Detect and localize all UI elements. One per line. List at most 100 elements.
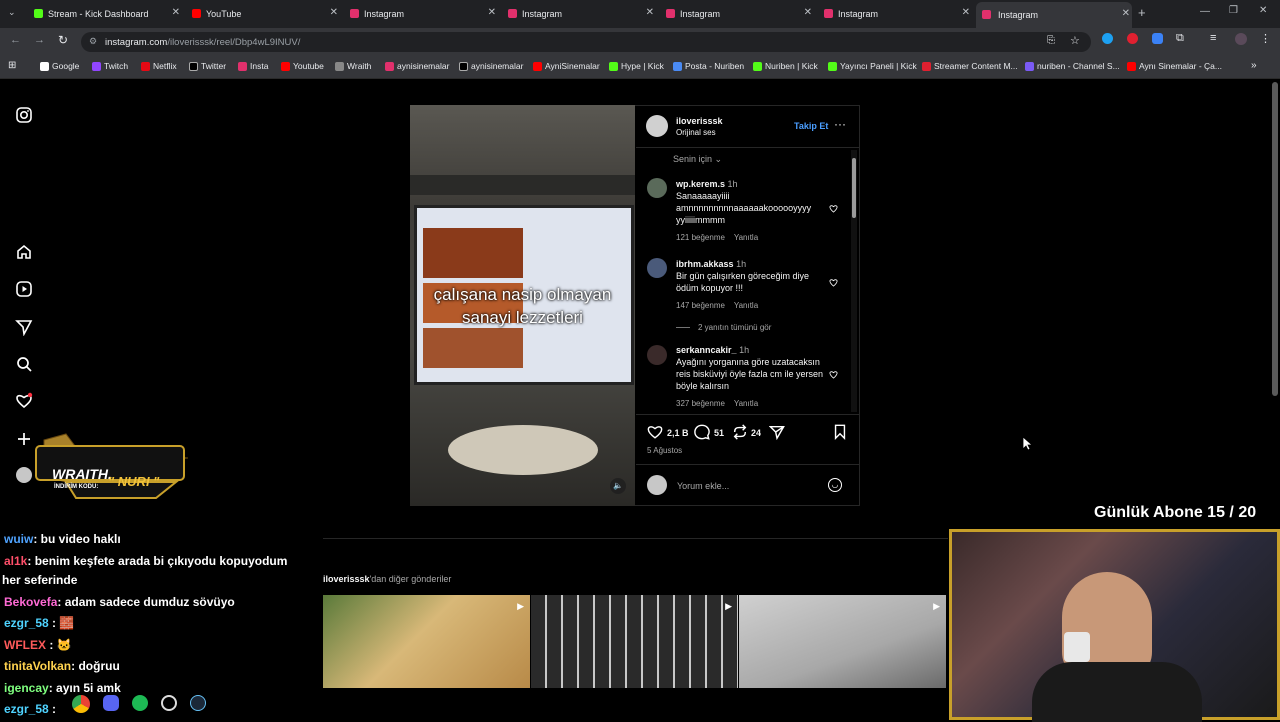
comment-like-count[interactable]: 327 beğenme <box>676 399 725 408</box>
extension-icon[interactable] <box>1152 33 1163 44</box>
post-author-avatar[interactable] <box>646 115 668 137</box>
close-icon[interactable]: ✕ <box>804 7 812 18</box>
reel-video[interactable]: çalışana nasip olmayan sanayi lezzetleri… <box>410 105 635 506</box>
app-icon[interactable] <box>161 695 177 711</box>
back-icon[interactable]: ← <box>10 34 21 46</box>
tab-instagram-1[interactable]: Instagram ✕ <box>350 4 498 24</box>
media-control-icon[interactable]: ≡ <box>1210 32 1216 44</box>
volume-icon[interactable]: 🔈 <box>610 478 626 494</box>
more-options-icon[interactable]: ··· <box>834 117 846 131</box>
page-scrollbar[interactable] <box>1272 82 1278 396</box>
emoji-icon[interactable]: ◡ <box>828 478 842 492</box>
bookmark-google[interactable]: Google <box>40 61 79 71</box>
repost-count[interactable]: 24 <box>751 428 761 438</box>
comments-scrollbar[interactable] <box>851 150 857 412</box>
bookmark-star-icon[interactable]: ☆ <box>1070 34 1080 47</box>
bookmark-youtube[interactable]: Youtube <box>281 61 324 71</box>
forward-icon[interactable]: → <box>34 34 45 46</box>
bookmark-aynisinemalar-3[interactable]: AyniSinemalar <box>533 61 600 71</box>
comment-like-icon[interactable] <box>829 278 838 287</box>
bookmark-twitch[interactable]: Twitch <box>92 61 128 71</box>
tab-instagram-3[interactable]: Instagram ✕ <box>666 4 814 24</box>
tab-instagram-4[interactable]: Instagram ✕ <box>824 4 972 24</box>
commenter-avatar[interactable] <box>647 178 667 198</box>
home-icon[interactable] <box>15 243 33 261</box>
address-bar[interactable]: ⚙ instagram.com/iloverisssk/reel/Dbp4wL9… <box>81 32 1091 52</box>
new-tab-icon[interactable]: + <box>1138 5 1146 20</box>
bookmark-posta[interactable]: Posta - Nuriben <box>673 61 744 71</box>
comment-username[interactable]: ibrhm.akkass <box>676 259 734 269</box>
bookmark-aynisinemalar-2[interactable]: aynisinemalar <box>459 61 523 71</box>
comment-count[interactable]: 51 <box>714 428 724 438</box>
comment-like-icon[interactable] <box>829 370 838 379</box>
install-app-icon[interactable]: ⎘ <box>1047 35 1055 46</box>
steam-icon[interactable] <box>190 695 206 711</box>
bookmark-wraith[interactable]: Wraith <box>335 61 371 71</box>
minimize-icon[interactable]: — <box>1200 6 1210 17</box>
comment-like-icon[interactable] <box>829 204 838 213</box>
post-author-username[interactable]: iloverisssk <box>676 116 723 126</box>
reels-icon[interactable] <box>15 280 33 298</box>
close-icon[interactable]: ✕ <box>330 7 338 18</box>
like-icon[interactable] <box>647 424 663 440</box>
bookmark-netflix[interactable]: Netflix <box>141 61 177 71</box>
bookmark-aynisinemalar-1[interactable]: aynisinemalar <box>385 61 449 71</box>
more-post-thumbnail[interactable]: ▶ <box>531 595 738 688</box>
comment-sort-dropdown[interactable]: Senin için ⌄ <box>673 154 722 165</box>
follow-button[interactable]: Takip Et <box>794 121 828 131</box>
save-bookmark-icon[interactable] <box>833 424 847 440</box>
close-icon[interactable]: ✕ <box>962 7 970 18</box>
commenter-avatar[interactable] <box>647 345 667 365</box>
chrome-icon[interactable] <box>72 695 90 713</box>
bookmark-nuriben-kick[interactable]: Nuriben | Kick <box>753 61 818 71</box>
more-posts-owner[interactable]: iloverisssk <box>323 574 370 584</box>
tab-youtube[interactable]: YouTube ✕ <box>192 4 340 24</box>
apps-grid-icon[interactable]: ⊞ <box>8 60 16 71</box>
extension-icon[interactable] <box>1102 33 1113 44</box>
repost-icon[interactable] <box>732 424 748 440</box>
discord-icon[interactable] <box>103 695 119 711</box>
reply-button[interactable]: Yanıtla <box>734 399 758 408</box>
reply-button[interactable]: Yanıtla <box>734 301 758 310</box>
profile-avatar[interactable] <box>1235 33 1247 45</box>
view-replies-link[interactable]: 2 yanıtın tümünü gör <box>698 323 771 332</box>
tab-instagram-active[interactable]: Instagram ✕ <box>976 2 1132 28</box>
bookmark-nuriben-channel[interactable]: nuriben - Channel S... <box>1025 61 1120 71</box>
extension-icon[interactable] <box>1127 33 1138 44</box>
instagram-logo-icon[interactable] <box>15 106 33 124</box>
site-info-icon[interactable]: ⚙ <box>89 36 97 47</box>
bookmark-twitter[interactable]: Twitter <box>189 61 226 71</box>
close-icon[interactable]: ✕ <box>646 7 654 18</box>
bookmark-hype-kick[interactable]: Hype | Kick <box>609 61 664 71</box>
reload-icon[interactable]: ↻ <box>58 33 68 47</box>
close-icon[interactable]: ✕ <box>172 7 180 18</box>
messages-icon[interactable] <box>15 318 33 336</box>
reply-button[interactable]: Yanıtla <box>734 233 758 242</box>
tab-search-icon[interactable]: ⌄ <box>8 7 16 18</box>
puzzle-icon[interactable]: ⧉ <box>1176 32 1184 45</box>
bookmark-yayinci-paneli[interactable]: Yayıncı Paneli | Kick <box>828 61 917 71</box>
spotify-icon[interactable] <box>132 695 148 711</box>
close-icon[interactable]: ✕ <box>1122 8 1130 19</box>
comment-like-count[interactable]: 147 beğenme <box>676 301 725 310</box>
scrollbar-thumb[interactable] <box>852 158 856 218</box>
bookmark-insta[interactable]: Insta <box>238 61 268 71</box>
more-post-thumbnail[interactable]: ▶ <box>323 595 530 688</box>
add-comment-input[interactable]: Yorum ekle... <box>677 481 729 491</box>
search-icon[interactable] <box>15 355 33 373</box>
maximize-icon[interactable]: ❐ <box>1229 5 1238 16</box>
comment-username[interactable]: serkanncakir_ <box>676 345 737 355</box>
tab-instagram-2[interactable]: Instagram ✕ <box>508 4 656 24</box>
comment-username[interactable]: wp.kerem.s <box>676 179 725 189</box>
share-icon[interactable] <box>769 424 785 440</box>
like-count[interactable]: 2,1 B <box>667 428 689 438</box>
kebab-menu-icon[interactable]: ⋮ <box>1260 32 1271 45</box>
bookmark-ayni-sinemalar[interactable]: Aynı Sinemalar - Ça... <box>1127 61 1222 71</box>
bookmark-streamer-content[interactable]: Streamer Content M... <box>922 61 1018 71</box>
close-icon[interactable]: ✕ <box>488 7 496 18</box>
post-date[interactable]: 5 Ağustos <box>647 446 682 455</box>
more-post-thumbnail[interactable]: ▶ <box>739 595 946 688</box>
window-close-icon[interactable]: ✕ <box>1259 5 1267 16</box>
post-audio-label[interactable]: Orijinal ses <box>676 128 716 137</box>
notifications-heart-icon[interactable] <box>15 392 33 410</box>
